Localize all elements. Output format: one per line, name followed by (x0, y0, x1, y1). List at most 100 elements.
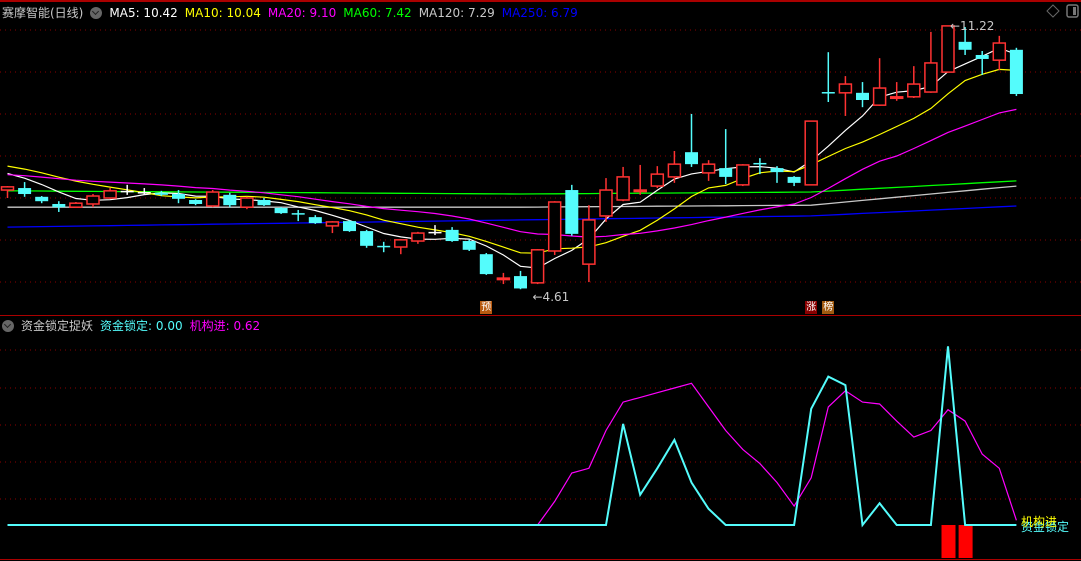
candle (924, 31, 938, 93)
candle (360, 229, 374, 248)
candle (701, 160, 716, 181)
candle (838, 76, 853, 116)
signal-bar (941, 525, 956, 558)
candle-body (667, 163, 682, 178)
candle (496, 272, 511, 285)
candle (872, 58, 887, 106)
candle-body (308, 217, 322, 224)
ma-legend-item: MA20: 9.10 (267, 5, 337, 20)
ma-legend-item: MA250: 6.79 (501, 5, 578, 20)
candle-body (856, 92, 869, 100)
candle-body (530, 249, 545, 284)
candle-body (633, 189, 647, 193)
candle (308, 215, 322, 224)
candle-body (137, 192, 151, 194)
ma-legend-item: MA5: 10.42 (109, 5, 178, 20)
low-price-label: ←4.61 (533, 290, 570, 304)
candle-body (394, 239, 408, 248)
candle-body (411, 232, 425, 242)
candle (240, 196, 254, 210)
candle-body (496, 277, 511, 281)
signal-marker[interactable]: 涨 (805, 301, 818, 314)
candle-body (462, 241, 476, 250)
indicator-title: 资金锁定捉妖 (21, 319, 94, 333)
main-legend: 赛摩智能(日线) MA5: 10.42 MA10: 10.04 MA20: 9.10… (2, 4, 578, 21)
candle-body (975, 54, 989, 59)
candle (377, 241, 391, 253)
candle (69, 201, 83, 208)
candle-body (821, 92, 835, 94)
candle (530, 249, 545, 285)
candle (18, 182, 32, 197)
ma-legend-item: MA60: 7.42 (343, 5, 412, 20)
candle-body (872, 87, 887, 106)
candle (633, 164, 647, 195)
panel-toggle-icon[interactable] (1066, 4, 1079, 18)
candle-body (445, 229, 459, 242)
candle (992, 35, 1007, 71)
candle-body (172, 194, 185, 199)
candle (445, 227, 459, 242)
candle (787, 176, 801, 187)
candle-body (189, 200, 203, 204)
inst-end-label: 机构进 (1021, 515, 1058, 529)
candle-body (907, 83, 921, 98)
candle (770, 166, 784, 183)
candle (821, 52, 835, 102)
candle-body (52, 203, 66, 208)
candle-body (685, 152, 698, 165)
candle-body (69, 202, 83, 208)
ma-line-ma250 (7, 205, 1017, 228)
signal-marker[interactable]: 榜 (822, 301, 835, 314)
candle (479, 252, 493, 275)
candle (856, 82, 869, 108)
candle-body (804, 120, 818, 186)
candle (547, 201, 562, 255)
candle-body (958, 41, 972, 50)
candle (599, 178, 613, 222)
candle-body (753, 162, 767, 165)
candle-body (274, 207, 288, 214)
candle-body (736, 164, 750, 186)
candle-body (377, 245, 391, 248)
candle (650, 166, 665, 189)
candle-body (770, 168, 784, 173)
candle-body (565, 190, 579, 234)
candle (1009, 47, 1023, 97)
diamond-icon[interactable] (1046, 4, 1060, 18)
candle (103, 188, 117, 199)
candle-body (889, 96, 904, 100)
kline-chart[interactable]: ←4.61 ←11.22 (0, 0, 1081, 561)
candle-body (428, 231, 442, 234)
ma-legend-item: MA10: 10.04 (184, 5, 261, 20)
candle-body (154, 192, 168, 195)
ma-legend-item: MA120: 7.29 (418, 5, 495, 20)
candle-body (547, 201, 562, 252)
candle-body (719, 168, 733, 177)
signal-marker[interactable]: 预 (480, 301, 493, 314)
lock-line (7, 346, 1017, 528)
chevron-down-icon[interactable] (90, 6, 103, 19)
candle-body (257, 200, 271, 206)
candle-body (787, 176, 801, 183)
candle (189, 199, 203, 206)
candle-body (616, 176, 630, 201)
candle-body (86, 195, 100, 205)
chevron-down-icon[interactable] (2, 319, 14, 332)
candle (291, 209, 305, 222)
candle (120, 184, 134, 195)
candle-body (205, 191, 220, 207)
candle (86, 194, 100, 208)
candle (514, 270, 527, 290)
candle-body (291, 213, 305, 215)
candle-body (479, 254, 493, 275)
candle (0, 186, 15, 199)
candle (736, 164, 750, 187)
ma-line-ma5 (7, 47, 1017, 269)
candle (257, 198, 271, 206)
stock-title: 赛摩智能(日线) (2, 6, 84, 20)
candle-body (0, 186, 15, 191)
signal-bar (958, 525, 973, 558)
candle (411, 231, 425, 244)
candle-body (992, 42, 1007, 61)
